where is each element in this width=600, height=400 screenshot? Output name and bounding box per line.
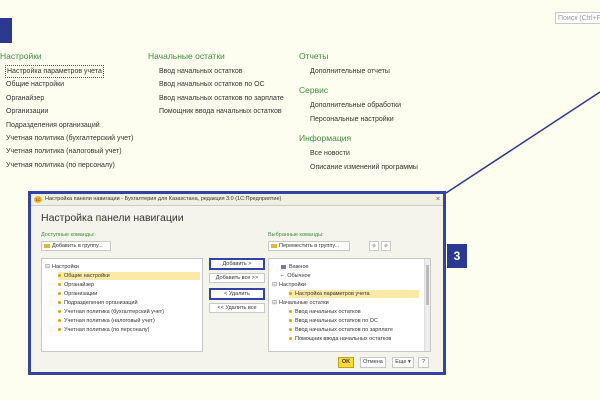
available-commands-tree[interactable]: ⊟ Настройки Общие настройки Органайзер Ор… [41, 258, 203, 352]
scrollbar-thumb[interactable] [426, 265, 429, 305]
move-up-icon[interactable]: ◆ [369, 241, 379, 251]
tree-item[interactable]: Помощник ввода начальных остатков [289, 335, 391, 343]
tree-item[interactable]: Организации [58, 290, 97, 298]
ok-button[interactable]: OK [338, 357, 354, 368]
tree-item[interactable]: Органайзер [58, 281, 94, 289]
tree-item-ordinary[interactable]: ⌐ Обычное [281, 272, 311, 280]
add-to-group-button[interactable]: Добавить в группу... [41, 241, 111, 251]
tree-scrollbar[interactable] [424, 259, 430, 351]
remove-button[interactable]: < Удалить [209, 288, 265, 300]
close-icon[interactable]: × [436, 194, 440, 205]
move-to-group-button[interactable]: Переместить в группу... [268, 241, 350, 251]
tree-item[interactable]: Ввод начальных остатков по ОС [289, 317, 378, 325]
tree-item-important[interactable]: Важное [281, 263, 309, 271]
tree-item[interactable]: Ввод начальных остатков по зарплате [289, 326, 393, 334]
remove-all-button[interactable]: << Удалить все [209, 303, 265, 313]
pin-icon: ⌐ [281, 273, 285, 279]
move-down-icon[interactable]: ◆ [381, 241, 391, 251]
available-commands-label: Доступные команды: [41, 232, 95, 238]
tree-item[interactable]: Учетная политика (налоговый учет) [58, 317, 155, 325]
tree-item[interactable]: Настройка параметров учета [289, 290, 419, 298]
more-button[interactable]: Еще ▾ [392, 357, 414, 368]
dialog-titlebar: 1С Настройка панели навигации - Бухгалте… [31, 194, 443, 206]
help-button[interactable]: ? [418, 357, 429, 368]
important-icon [281, 264, 286, 269]
tree-item[interactable]: Подразделения организаций [58, 299, 138, 307]
app-logo-icon: 1С [34, 196, 42, 203]
dialog-heading: Настройка панели навигации [41, 212, 184, 224]
selected-commands-label: Выбранные команды: [268, 232, 324, 238]
tree-group-opening-balances[interactable]: ⊟ Начальные остатки [272, 299, 329, 307]
tree-item[interactable]: Ввод начальных остатков [289, 308, 361, 316]
tree-item[interactable]: Учетная политика (по персоналу) [58, 326, 150, 334]
add-button[interactable]: Добавить > [209, 258, 265, 270]
folder-icon [271, 243, 277, 248]
dialog-window-title: Настройка панели навигации - Бухгалтерия… [45, 196, 282, 202]
tree-group-settings[interactable]: ⊟ Настройки [272, 281, 306, 289]
selected-commands-tree[interactable]: Важное ⌐ Обычное ⊟ Настройки Настройка пар… [268, 258, 431, 352]
tree-group-settings[interactable]: ⊟ Настройки [45, 263, 79, 271]
folder-icon [44, 243, 50, 248]
tree-item[interactable]: Общие настройки [58, 272, 200, 280]
navigation-panel-settings-dialog: 1С Настройка панели навигации - Бухгалте… [28, 191, 446, 375]
callout-marker-3: 3 [447, 244, 467, 268]
cancel-button[interactable]: Отмена [360, 357, 386, 368]
tree-item[interactable]: Учетная политика (бухгалтерский учет) [58, 308, 164, 316]
add-all-button[interactable]: Добавить все >> [209, 273, 265, 283]
